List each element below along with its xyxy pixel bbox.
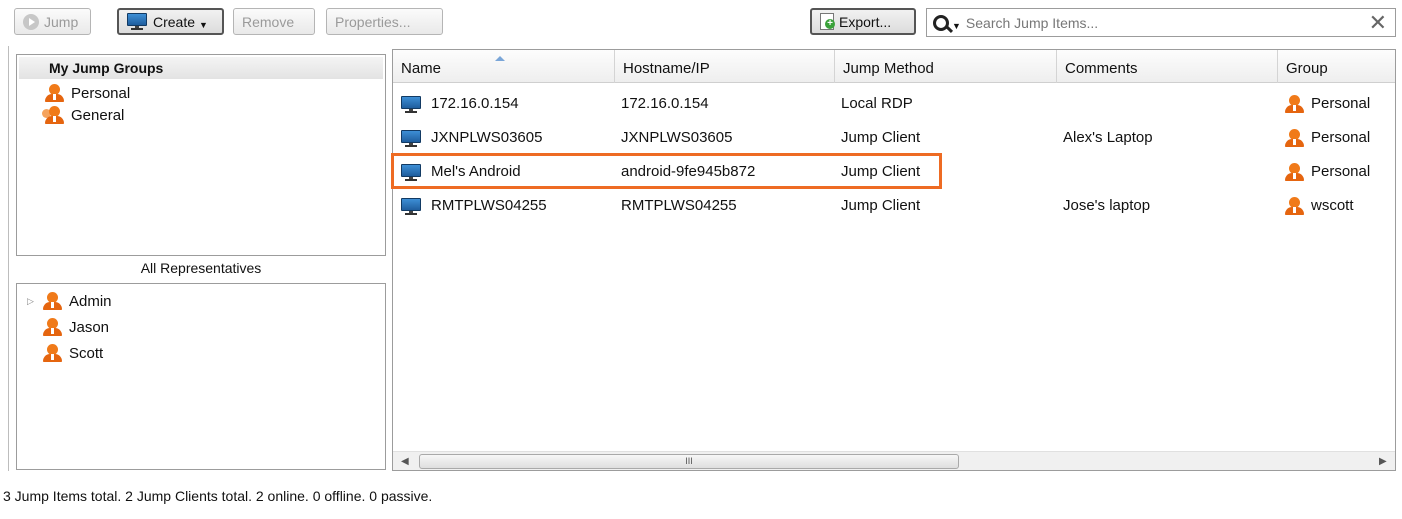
cell-hostname: JXNPLWS03605 (621, 129, 733, 146)
cell-group: Personal (1285, 122, 1370, 154)
column-header-comments[interactable]: Comments (1057, 50, 1278, 83)
representatives-title: All Representatives (140, 260, 262, 276)
table-header: Name Hostname/IP Jump Method Comments Gr… (393, 50, 1395, 83)
jump-groups-panel: My Jump Groups Personal General (16, 54, 386, 256)
column-header-label: Name (401, 60, 442, 77)
expand-arrow-icon[interactable]: ▷ (27, 296, 43, 307)
export-button[interactable]: Export... (810, 8, 916, 35)
cell-name: 172.16.0.154 (401, 88, 519, 120)
column-header-label: Jump Method (843, 60, 934, 77)
search-icon[interactable] (933, 14, 949, 31)
column-header-group[interactable]: Group (1278, 50, 1395, 83)
column-header-jump-method[interactable]: Jump Method (835, 50, 1057, 83)
cell-jump-method: Jump Client (841, 197, 921, 214)
group-icon (42, 105, 64, 125)
representatives-panel: ▷ Admin Jason Scott (16, 283, 386, 470)
scrollbar-grip: III (685, 456, 693, 466)
create-button-label: Create (153, 13, 196, 30)
clear-search-icon[interactable]: ✕ (1369, 11, 1387, 34)
cell-group-text: wscott (1311, 197, 1354, 214)
rep-item-label: Scott (69, 344, 104, 362)
monitor-icon (401, 95, 421, 113)
jump-button-label: Jump (44, 13, 79, 30)
cell-name: RMTPLWS04255 (401, 190, 547, 222)
table-row[interactable]: JXNPLWS03605 JXNPLWS03605 Jump Client Al… (393, 122, 1395, 154)
group-item-general[interactable]: General (17, 103, 385, 127)
search-options-chevron-icon[interactable]: ▼ (952, 21, 961, 31)
cell-group-text: Personal (1311, 129, 1371, 146)
search-input[interactable] (965, 14, 1369, 31)
properties-button[interactable]: Properties... (326, 8, 443, 35)
cell-comments: Alex's Laptop (1063, 129, 1153, 146)
cell-name-text: JXNPLWS03605 (431, 129, 543, 146)
column-header-label: Hostname/IP (623, 60, 710, 77)
table-row[interactable]: 172.16.0.154 172.16.0.154 Local RDP Pers… (393, 88, 1395, 120)
rep-item-label: Jason (69, 318, 110, 336)
cell-name-text: RMTPLWS04255 (431, 197, 547, 214)
cell-hostname: RMTPLWS04255 (621, 197, 737, 214)
chevron-down-icon: ▼ (199, 19, 208, 30)
scrollbar-thumb[interactable]: III (419, 454, 959, 469)
jump-items-table: Name Hostname/IP Jump Method Comments Gr… (392, 49, 1396, 471)
cell-name-text: 172.16.0.154 (431, 95, 519, 112)
scroll-right-arrow-icon[interactable]: ▶ (1379, 456, 1387, 467)
person-icon (1285, 128, 1304, 148)
export-document-icon (820, 13, 835, 30)
left-divider (8, 46, 9, 471)
rep-item-label: Admin (69, 292, 112, 310)
scroll-left-arrow-icon[interactable]: ◀ (401, 456, 409, 467)
cell-group: wscott (1285, 190, 1354, 222)
rep-item-scott[interactable]: Scott (17, 340, 385, 366)
properties-button-label: Properties... (335, 13, 411, 30)
toolbar: Jump Create ▼ Remove Properties... Expor… (0, 0, 1402, 44)
group-item-personal[interactable]: Personal (17, 81, 385, 105)
group-item-label: Personal (71, 84, 131, 102)
person-icon (43, 343, 62, 363)
jump-button[interactable]: Jump (14, 8, 91, 35)
person-icon (45, 83, 64, 103)
cell-jump-method: Jump Client (841, 129, 921, 146)
export-button-label: Export... (839, 13, 892, 30)
column-header-label: Group (1286, 60, 1328, 77)
selection-highlight (391, 153, 942, 189)
person-icon (1285, 162, 1304, 182)
rep-item-jason[interactable]: Jason (17, 314, 385, 340)
cell-name: JXNPLWS03605 (401, 122, 542, 154)
group-item-label: General (71, 106, 125, 124)
person-icon (1285, 196, 1304, 216)
person-icon (1285, 94, 1304, 114)
status-bar: 3 Jump Items total. 2 Jump Clients total… (3, 488, 433, 504)
sort-ascending-icon (495, 56, 505, 61)
cell-hostname: 172.16.0.154 (621, 95, 709, 112)
rep-item-admin[interactable]: ▷ Admin (17, 288, 385, 314)
cell-group-text: Personal (1311, 95, 1371, 112)
search-box: ▼ ✕ (926, 8, 1396, 37)
monitor-icon (401, 197, 421, 215)
table-row[interactable]: RMTPLWS04255 RMTPLWS04255 Jump Client Jo… (393, 190, 1395, 222)
column-header-hostname[interactable]: Hostname/IP (615, 50, 835, 83)
cell-group: Personal (1285, 88, 1370, 120)
column-header-label: Comments (1065, 60, 1138, 77)
play-icon (23, 13, 39, 30)
create-button[interactable]: Create ▼ (117, 8, 224, 35)
person-icon (43, 291, 62, 311)
column-header-name[interactable]: Name (393, 50, 615, 83)
remove-button[interactable]: Remove (233, 8, 315, 35)
remove-button-label: Remove (242, 13, 295, 30)
monitor-icon (127, 13, 147, 30)
horizontal-scrollbar[interactable]: ◀ III ▶ (393, 451, 1395, 470)
jump-groups-header: My Jump Groups (19, 57, 383, 79)
cell-comments: Jose's laptop (1063, 197, 1151, 214)
cell-group: Personal (1285, 156, 1370, 188)
cell-jump-method: Local RDP (841, 95, 913, 112)
person-icon (43, 317, 62, 337)
monitor-icon (401, 129, 421, 147)
cell-group-text: Personal (1311, 163, 1371, 180)
